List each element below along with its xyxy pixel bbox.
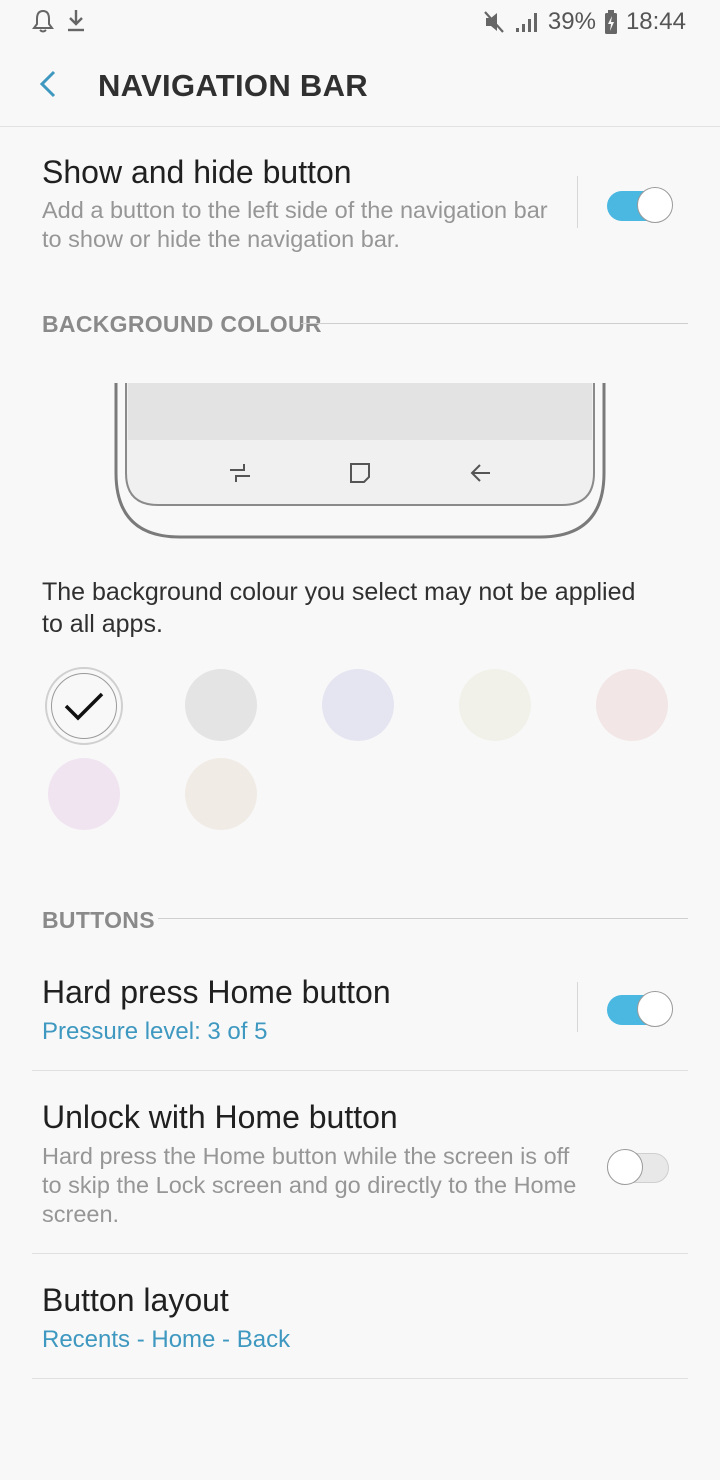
show-hide-toggle[interactable]: [607, 183, 673, 223]
colour-swatch-6[interactable]: [48, 758, 120, 830]
navigation-bar-preview: [112, 383, 608, 548]
setting-title: Button layout: [42, 1282, 229, 1318]
clock-time: 18:44: [625, 8, 686, 35]
colour-swatch-5[interactable]: [596, 669, 668, 741]
switch-knob: [637, 991, 673, 1027]
colour-note: The background colour you select may not…: [42, 578, 636, 638]
divider: [577, 982, 578, 1032]
setting-subtitle: Pressure level: 3 of 5: [42, 1018, 268, 1045]
back-arrow-icon[interactable]: [28, 64, 68, 104]
page-title: NAVIGATION BAR: [98, 68, 368, 103]
switch-knob: [607, 1149, 643, 1185]
section-line: [301, 323, 688, 324]
unlock-home-toggle[interactable]: [607, 1145, 673, 1185]
unlock-home-setting[interactable]: Unlock with Home button Hard press the H…: [0, 1071, 720, 1253]
home-icon: [348, 461, 372, 490]
setting-subtitle: Recents - Home - Back: [42, 1326, 291, 1353]
button-layout-setting[interactable]: Button layout Recents - Home - Back: [0, 1254, 720, 1378]
checkmark-icon: [64, 692, 104, 721]
colour-swatch-2[interactable]: [185, 669, 257, 741]
switch-knob: [637, 187, 673, 223]
setting-description: Add a button to the left side of the nav…: [42, 197, 548, 252]
signal-icon: [514, 10, 540, 34]
section-header-buttons: BUTTONS: [42, 907, 155, 933]
setting-title: Show and hide button: [42, 154, 352, 190]
hard-press-home-setting[interactable]: Hard press Home button Pressure level: 3…: [0, 950, 720, 1070]
hard-press-home-toggle[interactable]: [607, 987, 673, 1027]
colour-swatch-4[interactable]: [459, 669, 531, 741]
section-header-background-colour: BACKGROUND COLOUR: [42, 311, 322, 337]
notification-bell-icon: [32, 8, 54, 34]
app-bar: NAVIGATION BAR: [0, 44, 720, 127]
battery-percent: 39%: [547, 8, 596, 35]
mute-icon: [482, 9, 506, 35]
battery-charging-icon: [604, 9, 618, 35]
colour-swatch-3[interactable]: [322, 669, 394, 741]
colour-swatch-1[interactable]: [45, 667, 123, 745]
setting-title: Unlock with Home button: [42, 1099, 398, 1135]
status-bar: 39% 18:44: [0, 0, 720, 44]
colour-swatch-7[interactable]: [185, 758, 257, 830]
section-line: [158, 918, 688, 919]
back-icon: [468, 461, 492, 490]
divider: [32, 1378, 688, 1379]
show-hide-button-setting[interactable]: Show and hide button Add a button to the…: [0, 126, 720, 276]
download-icon: [66, 8, 86, 34]
setting-title: Hard press Home button: [42, 974, 391, 1010]
recents-icon: [228, 461, 252, 490]
setting-description: Hard press the Home button while the scr…: [42, 1143, 577, 1227]
divider: [577, 176, 578, 228]
